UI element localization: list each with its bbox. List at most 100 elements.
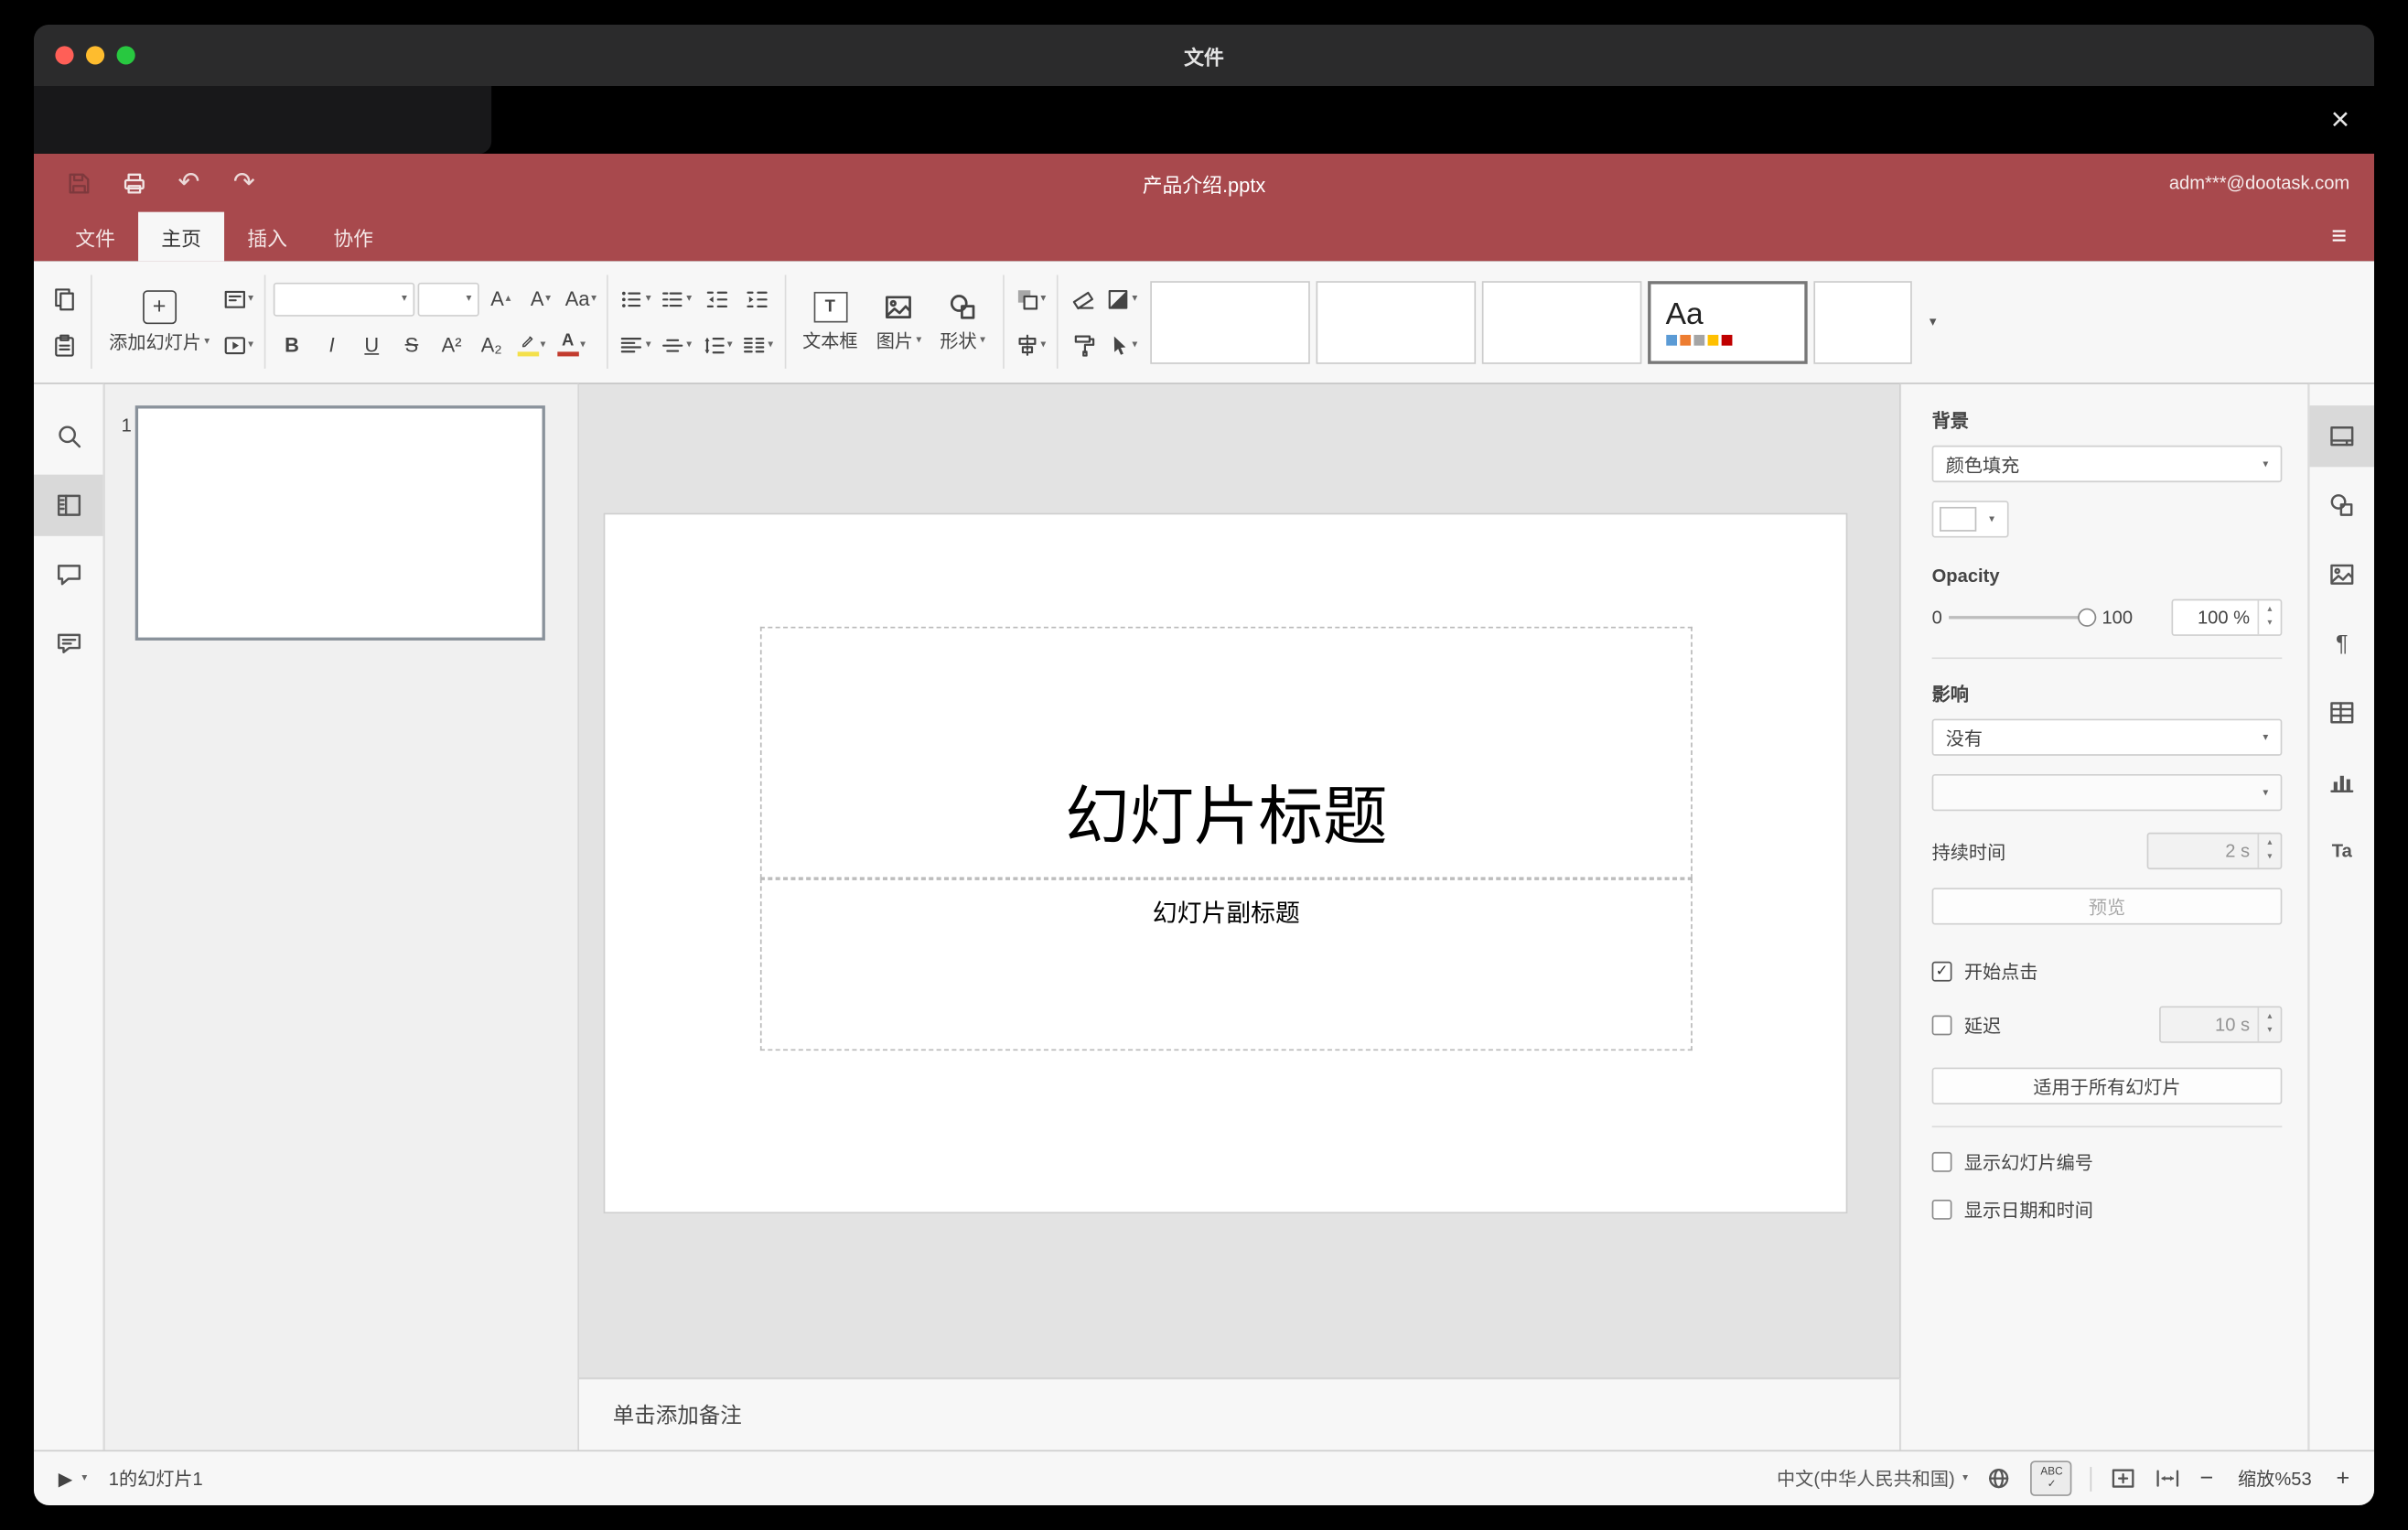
- bold-button[interactable]: B: [274, 327, 310, 363]
- table-settings-icon[interactable]: [2310, 682, 2375, 743]
- theme-option-selected[interactable]: Aa: [1647, 280, 1808, 363]
- line-spacing-icon[interactable]: ▾: [698, 327, 736, 363]
- theme-option[interactable]: [1481, 280, 1641, 363]
- paste-icon[interactable]: [46, 327, 82, 363]
- insert-image-button[interactable]: 图片 ▾: [867, 291, 931, 352]
- chevron-down-icon: ▾: [401, 293, 407, 305]
- close-icon[interactable]: ×: [2331, 103, 2350, 135]
- copy-style-icon[interactable]: [1066, 327, 1102, 363]
- add-slide-button[interactable]: + 添加幻灯片 ▾: [100, 289, 219, 353]
- slide-counter: 1的幻灯片1: [108, 1468, 203, 1491]
- theme-option[interactable]: [1315, 280, 1476, 363]
- subtitle-placeholder[interactable]: 幻灯片副标题: [759, 878, 1693, 1051]
- theme-option[interactable]: [1149, 280, 1310, 363]
- delay-checkbox[interactable]: [1931, 1014, 1952, 1035]
- tab-insert[interactable]: 插入: [224, 212, 310, 262]
- start-slideshow-status-icon[interactable]: ▶: [59, 1468, 73, 1490]
- opacity-spinbox[interactable]: 100 % ▴ ▾: [2171, 598, 2283, 636]
- title-placeholder[interactable]: 幻灯片标题: [759, 626, 1693, 879]
- slide-thumbnail[interactable]: [134, 405, 545, 641]
- tab-home[interactable]: 主页: [138, 211, 225, 262]
- highlight-color-button[interactable]: ▾: [513, 327, 550, 363]
- chart-settings-icon[interactable]: [2310, 751, 2375, 813]
- decrease-font-button[interactable]: A ▾: [522, 280, 559, 317]
- zoom-out-button[interactable]: −: [2199, 1465, 2213, 1492]
- start-slideshow-icon[interactable]: ▾: [219, 327, 256, 363]
- print-icon[interactable]: [113, 165, 154, 201]
- macos-maximize-button[interactable]: [116, 46, 135, 65]
- show-slide-number-checkbox[interactable]: [1931, 1151, 1952, 1172]
- theme-option[interactable]: [1812, 280, 1912, 363]
- spinner-arrows[interactable]: ▴ ▾: [2257, 600, 2280, 635]
- effect-option-select[interactable]: ▾: [1931, 773, 2283, 812]
- subscript-button[interactable]: A₂: [473, 327, 510, 363]
- macos-minimize-button[interactable]: [85, 46, 105, 65]
- zoom-in-button[interactable]: +: [2336, 1465, 2349, 1492]
- arrange-shape-icon[interactable]: ▾: [1012, 280, 1049, 317]
- feedback-chat-icon[interactable]: [34, 613, 103, 674]
- underline-button[interactable]: U: [353, 327, 390, 363]
- decrease-indent-icon[interactable]: [698, 280, 735, 317]
- preview-button[interactable]: 预览: [1931, 888, 2283, 925]
- delay-spinbox[interactable]: 10 s ▴ ▾: [2159, 1006, 2283, 1043]
- shape-settings-icon[interactable]: [2310, 475, 2375, 536]
- insert-textbox-button[interactable]: T 文本框: [793, 291, 867, 352]
- superscript-button[interactable]: A²: [433, 327, 469, 363]
- horizontal-align-icon[interactable]: ▾: [617, 327, 654, 363]
- slide-settings-icon[interactable]: [2309, 405, 2375, 468]
- document-language-icon[interactable]: [1986, 1465, 2013, 1492]
- font-color-button[interactable]: A ▾: [553, 327, 589, 363]
- undo-icon[interactable]: ↶: [169, 165, 210, 201]
- slide-settings-fill-icon[interactable]: ▾: [1102, 280, 1140, 317]
- tab-collaboration[interactable]: 协作: [310, 212, 396, 262]
- slides-panel-icon[interactable]: [33, 474, 103, 536]
- spinner-arrows[interactable]: ▴ ▾: [2257, 834, 2280, 868]
- numbering-icon[interactable]: ▾: [657, 280, 694, 317]
- font-name-select[interactable]: ▾: [273, 282, 415, 316]
- menu-icon[interactable]: ≡: [2304, 212, 2374, 262]
- comments-icon[interactable]: [34, 544, 103, 605]
- redo-icon[interactable]: ↷: [224, 165, 264, 201]
- apply-to-all-button[interactable]: 适用于所有幻灯片: [1931, 1067, 2283, 1104]
- macos-close-button[interactable]: [55, 46, 74, 65]
- fit-slide-icon[interactable]: [2111, 1465, 2137, 1492]
- align-shape-icon[interactable]: ▾: [1012, 327, 1049, 363]
- tab-file[interactable]: 文件: [52, 212, 138, 262]
- change-layout-icon[interactable]: ▾: [219, 280, 256, 317]
- duration-spinbox[interactable]: 2 s ▴ ▾: [2146, 832, 2283, 870]
- vertical-align-icon[interactable]: ▾: [657, 327, 694, 363]
- background-color-picker[interactable]: ▾: [1931, 501, 2009, 538]
- insert-shape-button[interactable]: 形状 ▾: [930, 291, 994, 352]
- save-icon[interactable]: [59, 165, 99, 201]
- show-date-time-checkbox[interactable]: [1931, 1199, 1952, 1220]
- copy-icon[interactable]: [46, 280, 82, 317]
- chevron-down-icon: ▾: [466, 293, 472, 305]
- font-size-select[interactable]: ▾: [417, 282, 479, 316]
- fill-type-select[interactable]: 颜色填充 ▾: [1931, 445, 2283, 483]
- strikeout-button[interactable]: S: [393, 327, 430, 363]
- increase-font-button[interactable]: A ▴: [482, 280, 519, 317]
- language-select[interactable]: 中文(中华人民共和国) ▾: [1777, 1465, 1968, 1492]
- slide[interactable]: 幻灯片标题 幻灯片副标题: [605, 514, 1846, 1212]
- paragraph-settings-icon[interactable]: ¶: [2310, 613, 2375, 674]
- increase-indent-icon[interactable]: [738, 280, 775, 317]
- notes-input[interactable]: 单击添加备注: [578, 1377, 1900, 1450]
- start-on-click-checkbox[interactable]: ✓: [1931, 961, 1952, 982]
- effect-select[interactable]: 没有 ▾: [1931, 718, 2283, 756]
- bullets-icon[interactable]: ▾: [617, 280, 654, 317]
- theme-gallery-expand-icon[interactable]: ▾: [1918, 313, 1949, 329]
- search-icon[interactable]: [34, 405, 103, 467]
- spellcheck-icon[interactable]: ABC ✓: [2030, 1460, 2073, 1496]
- chevron-down-icon[interactable]: ▾: [81, 1473, 87, 1484]
- slider-knob[interactable]: [2077, 608, 2096, 627]
- textart-settings-icon[interactable]: Ta: [2310, 820, 2375, 881]
- change-case-button[interactable]: Aa ▾: [562, 280, 599, 317]
- spinner-arrows[interactable]: ▴ ▾: [2257, 1007, 2280, 1042]
- select-tool-icon[interactable]: ▾: [1102, 327, 1140, 363]
- italic-button[interactable]: I: [314, 327, 350, 363]
- opacity-slider[interactable]: [1948, 607, 2096, 629]
- image-settings-icon[interactable]: [2310, 544, 2375, 605]
- fit-width-icon[interactable]: [2155, 1465, 2182, 1492]
- columns-icon[interactable]: ▾: [738, 327, 776, 363]
- clear-style-icon[interactable]: [1066, 280, 1102, 317]
